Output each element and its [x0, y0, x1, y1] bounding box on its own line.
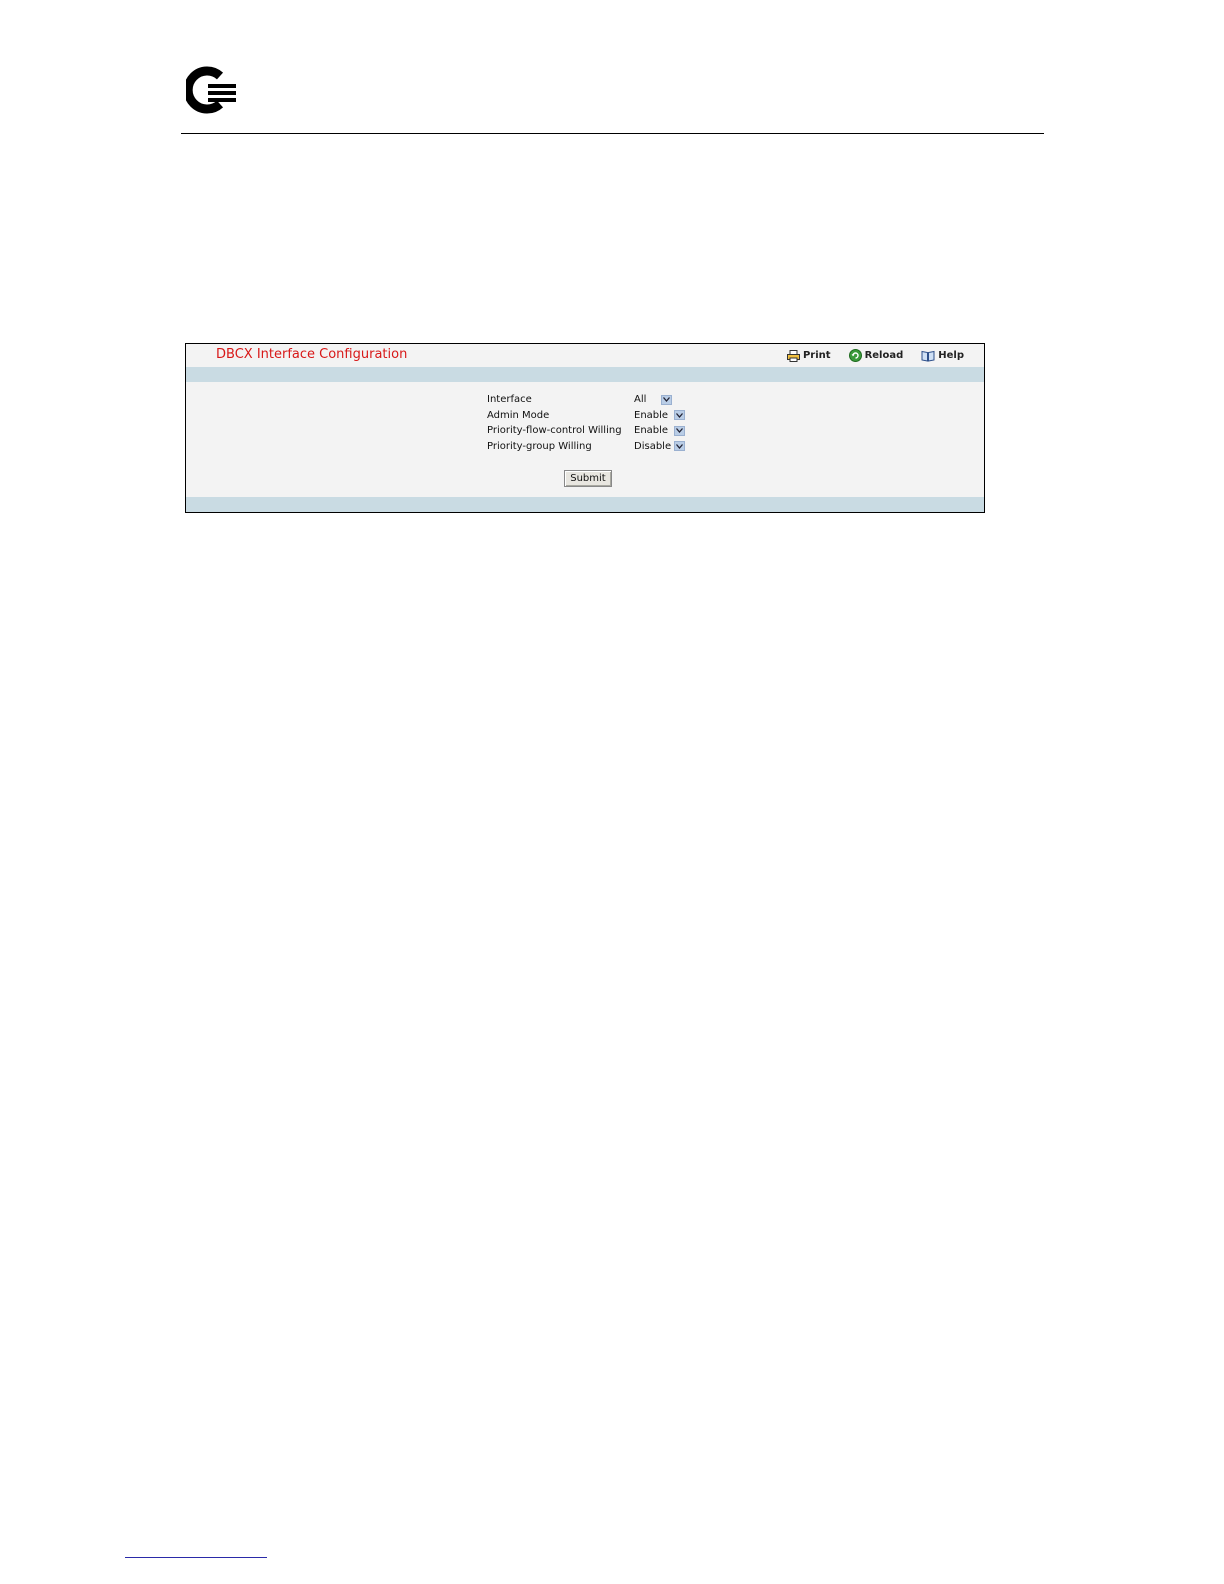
pfc-willing-label: Priority-flow-control Willing	[487, 425, 622, 437]
chevron-down-icon[interactable]	[674, 410, 685, 421]
page-title: DBCX Interface Configuration	[216, 347, 408, 362]
header-band	[186, 367, 984, 382]
admin-mode-label: Admin Mode	[487, 409, 550, 421]
pg-willing-select[interactable]: Disable	[634, 441, 685, 452]
interface-label: Interface	[487, 394, 532, 406]
help-button[interactable]: Help	[921, 349, 964, 362]
chevron-down-icon[interactable]	[661, 394, 672, 405]
pg-willing-label: Priority-group Willing	[487, 440, 592, 452]
print-button[interactable]: Print	[786, 349, 831, 362]
footer-link-underline	[125, 1557, 267, 1558]
help-book-icon	[921, 350, 935, 362]
form-row-admin-mode: Admin Mode Enable	[487, 408, 685, 424]
pfc-willing-value: Enable	[634, 425, 669, 437]
help-label: Help	[938, 350, 964, 361]
form-row-pfc-willing: Priority-flow-control Willing Enable	[487, 423, 685, 439]
reload-icon	[848, 349, 862, 362]
header-divider	[181, 133, 1044, 134]
config-panel: DBCX Interface Configuration Print Reloa…	[185, 343, 985, 513]
reload-label: Reload	[864, 350, 904, 361]
chevron-down-icon[interactable]	[674, 441, 685, 452]
printer-icon	[786, 349, 800, 362]
footer-band	[186, 497, 984, 512]
pg-willing-value: Disable	[634, 440, 672, 452]
print-label: Print	[802, 350, 831, 361]
company-logo	[186, 66, 236, 114]
config-form: Interface All Admin Mode Enable Priority…	[487, 392, 685, 454]
form-row-pg-willing: Priority-group Willing Disable	[487, 439, 685, 455]
interface-select[interactable]: All	[634, 394, 672, 405]
pfc-willing-select[interactable]: Enable	[634, 425, 685, 436]
reload-button[interactable]: Reload	[848, 349, 904, 362]
chevron-down-icon[interactable]	[674, 425, 685, 436]
admin-mode-value: Enable	[634, 409, 669, 421]
form-row-interface: Interface All	[487, 392, 685, 408]
toolbar: Print Reload Help	[786, 349, 964, 362]
admin-mode-select[interactable]: Enable	[634, 410, 685, 421]
interface-value: All	[634, 394, 647, 406]
submit-button[interactable]: Submit	[564, 470, 612, 487]
